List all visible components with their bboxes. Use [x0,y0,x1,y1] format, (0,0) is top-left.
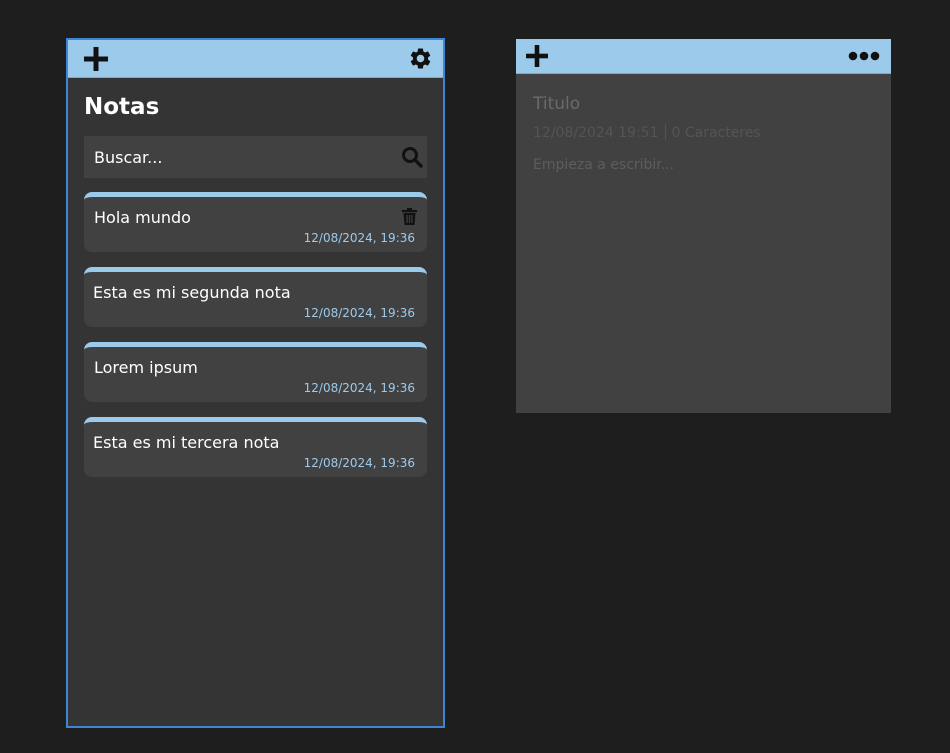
char-count: 0 Caracteres [671,125,761,141]
gear-icon [410,48,431,69]
search-bar [84,136,427,178]
note-title: Esta es mi segunda nota [93,283,291,302]
meta-divider [664,124,666,140]
note-card[interactable]: Lorem ipsum 12/08/2024, 19:36 [84,342,427,402]
plus-icon [526,45,548,67]
note-card[interactable]: Hola mundo 12/08/2024, 19:36 [84,192,427,252]
note-title-input[interactable]: Titulo [533,94,580,114]
note-card[interactable]: Esta es mi tercera nota 12/08/2024, 19:3… [84,417,427,477]
note-date: 12/08/2024 19:51 [533,125,659,141]
note-title: Hola mundo [94,208,191,227]
note-title: Esta es mi tercera nota [93,433,280,452]
notes-list-screen: Notas Hola mundo 12/08/2024 [66,38,445,728]
note-body-input[interactable]: Empieza a escribir... [533,157,674,173]
notes-list: Hola mundo 12/08/2024, 19:36 Esta es mi … [84,192,427,492]
plus-icon [84,47,108,71]
note-date: 12/08/2024, 19:36 [303,231,415,245]
note-date: 12/08/2024, 19:36 [303,306,415,320]
trash-icon [402,208,417,225]
list-topbar [68,40,443,78]
editor-topbar [516,39,891,74]
delete-note-button[interactable] [402,208,417,229]
search-input[interactable] [84,136,394,178]
search-icon [402,147,423,168]
page-title: Notas [84,94,160,120]
note-date: 12/08/2024, 19:36 [303,381,415,395]
more-options-button[interactable] [848,49,880,63]
settings-button[interactable] [408,46,433,71]
note-editor-screen: Titulo 12/08/2024 19:51 0 Caracteres Empi… [516,39,891,413]
add-note-button[interactable] [525,44,549,68]
add-note-button[interactable] [83,46,109,72]
search-button[interactable] [401,146,423,168]
note-card[interactable]: Esta es mi segunda nota 12/08/2024, 19:3… [84,267,427,327]
note-meta: 12/08/2024 19:51 0 Caracteres [533,124,761,141]
note-title: Lorem ipsum [94,358,198,377]
note-date: 12/08/2024, 19:36 [303,456,415,470]
more-horizontal-icon [848,51,880,61]
